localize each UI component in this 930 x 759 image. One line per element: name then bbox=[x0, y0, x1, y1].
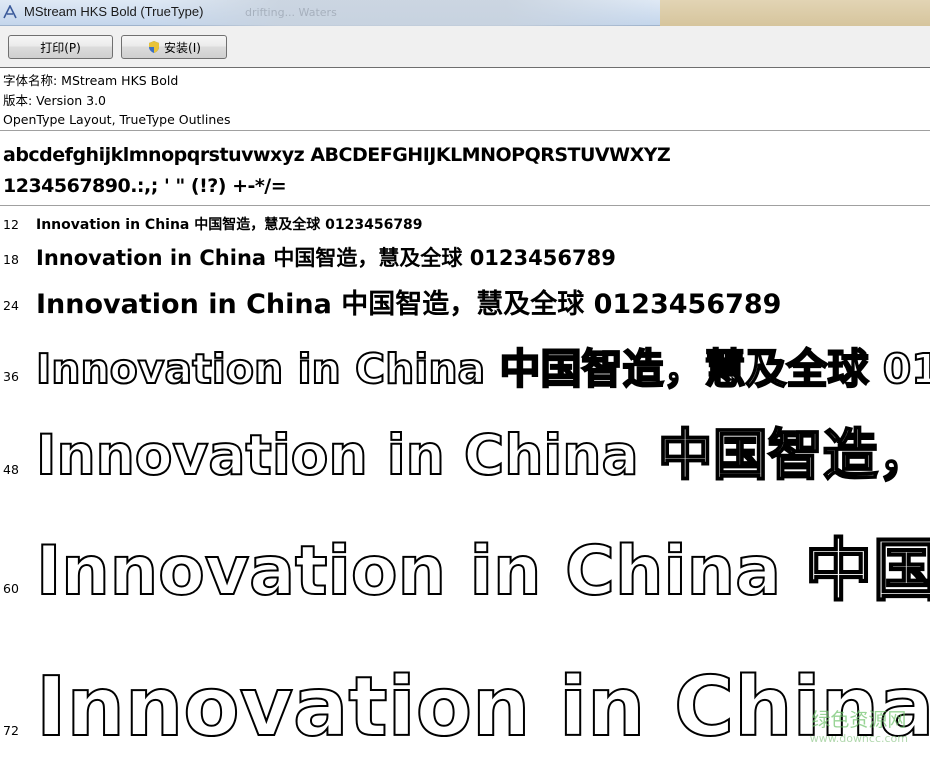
divider bbox=[0, 130, 930, 131]
install-button[interactable]: 安装(I) bbox=[121, 35, 227, 59]
size-label: 36 bbox=[3, 369, 19, 384]
font-name: 字体名称: MStream HKS Bold bbox=[3, 73, 179, 88]
sample-text: Innovation in China 中国智造，慧及全球 0123456789 bbox=[36, 289, 782, 320]
size-label: 60 bbox=[3, 581, 19, 596]
sample-text: Innovation in China 中国智造，慧及全球 0123456789 bbox=[35, 344, 930, 394]
print-button[interactable]: 打印(P) bbox=[8, 35, 113, 59]
size-label: 48 bbox=[3, 462, 19, 477]
sample-row-72: 72 Innovation in China 中国智造，慧及全球 0123456… bbox=[0, 640, 930, 756]
size-label: 12 bbox=[3, 217, 19, 232]
sample-text: Innovation in China 中国智造，慧及全球 0123456789 bbox=[36, 246, 616, 270]
sample-text: Innovation in China 中国智造，慧及全球 0123456789 bbox=[35, 659, 930, 756]
sample-row-24: 24 Innovation in China 中国智造，慧及全球 0123456… bbox=[0, 280, 930, 322]
sample-row-48: 48 Innovation in China 中国智造，慧及全球 0123456… bbox=[0, 410, 930, 488]
watermark: 绿色资源网 www.downcc.com bbox=[810, 705, 908, 745]
toolbar: 打印(P) 安装(I) bbox=[0, 26, 930, 68]
install-button-label: 安装(I) bbox=[164, 40, 201, 55]
sample-row-36: 36 Innovation in China 中国智造，慧及全球 0123456… bbox=[0, 335, 930, 395]
font-version: 版本: Version 3.0 bbox=[3, 92, 107, 108]
title-bar: drifting... Waters MStream HKS Bold (Tru… bbox=[0, 0, 930, 26]
background-window-ghost-right bbox=[660, 0, 930, 26]
sample-text: Innovation in China 中国智造，慧及全球 0123456789 bbox=[36, 217, 423, 233]
font-viewer-icon bbox=[3, 5, 17, 19]
sample-text: Innovation in China 中国智造，慧及全球 0123456789 bbox=[35, 422, 930, 488]
sample-row-12: 12 Innovation in China 中国智造，慧及全球 0123456… bbox=[0, 212, 930, 238]
sample-text: Innovation in China 中国智造，慧及全球 0123456789 bbox=[35, 531, 930, 612]
uac-shield-icon bbox=[149, 41, 160, 53]
background-window-title: drifting... Waters bbox=[245, 6, 337, 19]
charset-letters: abcdefghijklmnopqrstuvwxyz ABCDEFGHIJKLM… bbox=[3, 144, 671, 166]
font-type: OpenType Layout, TrueType Outlines bbox=[3, 112, 231, 127]
watermark-url: www.downcc.com bbox=[809, 732, 908, 745]
print-button-label: 打印(P) bbox=[40, 40, 81, 55]
window-title: MStream HKS Bold (TrueType) bbox=[24, 4, 204, 19]
size-label: 18 bbox=[3, 252, 19, 267]
sample-row-18: 18 Innovation in China 中国智造，慧及全球 0123456… bbox=[0, 240, 930, 274]
size-label: 72 bbox=[3, 723, 19, 738]
background-window-ghost bbox=[150, 0, 660, 26]
divider bbox=[0, 205, 930, 206]
size-label: 24 bbox=[3, 298, 19, 313]
watermark-name: 绿色资源网 bbox=[811, 709, 907, 731]
font-info: 字体名称: MStream HKS Bold 版本: Version 3.0 O… bbox=[3, 71, 230, 130]
sample-row-60: 60 Innovation in China 中国智造，慧及全球 0123456… bbox=[0, 515, 930, 612]
charset-digits: 1234567890.:,; ' " (!?) +-*/= bbox=[3, 175, 287, 197]
